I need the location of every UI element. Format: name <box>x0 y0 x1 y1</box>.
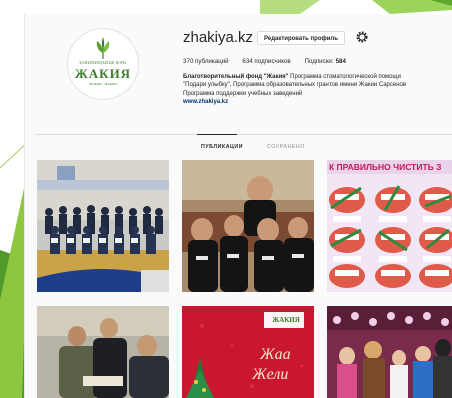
active-tab-indicator <box>197 134 237 135</box>
post-tile-3[interactable]: К ПРАВИЛЬНО ЧИСТИТЬ З <box>327 160 452 292</box>
bio-name: Благотворительный фонд "Жакия" <box>183 74 289 80</box>
following-count[interactable]: Подписки: 584 <box>304 58 345 65</box>
bio-line1: Программа стоматологической помощи <box>290 74 401 80</box>
profile-bio: Благотворительный фонд "Жакия" Программа… <box>183 73 452 107</box>
card-script-line1: Жаа <box>260 346 291 363</box>
logo-bottom-text: "ЖАКИЯ" "ЖАҚИЯ" <box>88 82 118 86</box>
logo-top-text: ҚАЙЫРЫМДЫЛЫҚ ҚОРЫ <box>79 61 127 65</box>
instagram-profile-page: ҚАЙЫРЫМДЫЛЫҚ ҚОРЫ ЖАКИЯ "ЖАКИЯ" "ЖАҚИЯ" … <box>24 14 452 398</box>
tab-saved[interactable]: СОХРАНЕНО <box>267 144 305 150</box>
logo-main-text: ЖАКИЯ <box>74 66 132 81</box>
post-tile-5[interactable]: ЖАКИЯ Жаа Жели <box>182 306 314 398</box>
profile-stats: 370 публикаций 634 подписчиков Подписки:… <box>183 58 358 65</box>
card-script-line2: Жели <box>252 366 289 383</box>
post-image-costume-party <box>327 306 452 398</box>
tab-posts[interactable]: ПУБЛИКАЦИИ <box>201 144 243 150</box>
profile-avatar[interactable]: ҚАЙЫРЫМДЫЛЫҚ ҚОРЫ ЖАКИЯ "ЖАКИЯ" "ЖАҚИЯ" <box>67 28 139 100</box>
card-logo-text: ЖАКИЯ <box>272 316 300 324</box>
bio-line2: "Подари улыбку", Программа образовательн… <box>183 82 407 89</box>
post-image-ceremony <box>37 306 169 398</box>
following-value: 584 <box>335 58 346 65</box>
following-label: Подписки: <box>304 58 334 65</box>
posts-count: 370 публикаций <box>183 58 229 65</box>
post-image-teeth-poster <box>327 160 452 292</box>
gear-icon[interactable] <box>355 30 369 44</box>
poster-title: К ПРАВИЛЬНО ЧИСТИТЬ З <box>329 162 442 172</box>
post-tile-4[interactable] <box>37 306 169 398</box>
post-tile-2[interactable] <box>182 160 314 292</box>
profile-username: zhakiya.kz <box>183 29 254 46</box>
tabs-divider <box>35 134 452 135</box>
post-tile-1[interactable] <box>37 160 169 292</box>
post-tile-6[interactable] <box>327 306 452 398</box>
followers-count[interactable]: 634 подписчиков <box>242 58 290 65</box>
edit-profile-button[interactable]: Редактировать профиль <box>257 31 345 45</box>
website-link[interactable]: www.zhakiya.kz <box>183 99 228 105</box>
bio-line3: Программа поддержки учебных заведений <box>183 90 303 97</box>
post-image-kids-couch <box>182 160 314 292</box>
post-image-group-photo <box>37 160 169 292</box>
